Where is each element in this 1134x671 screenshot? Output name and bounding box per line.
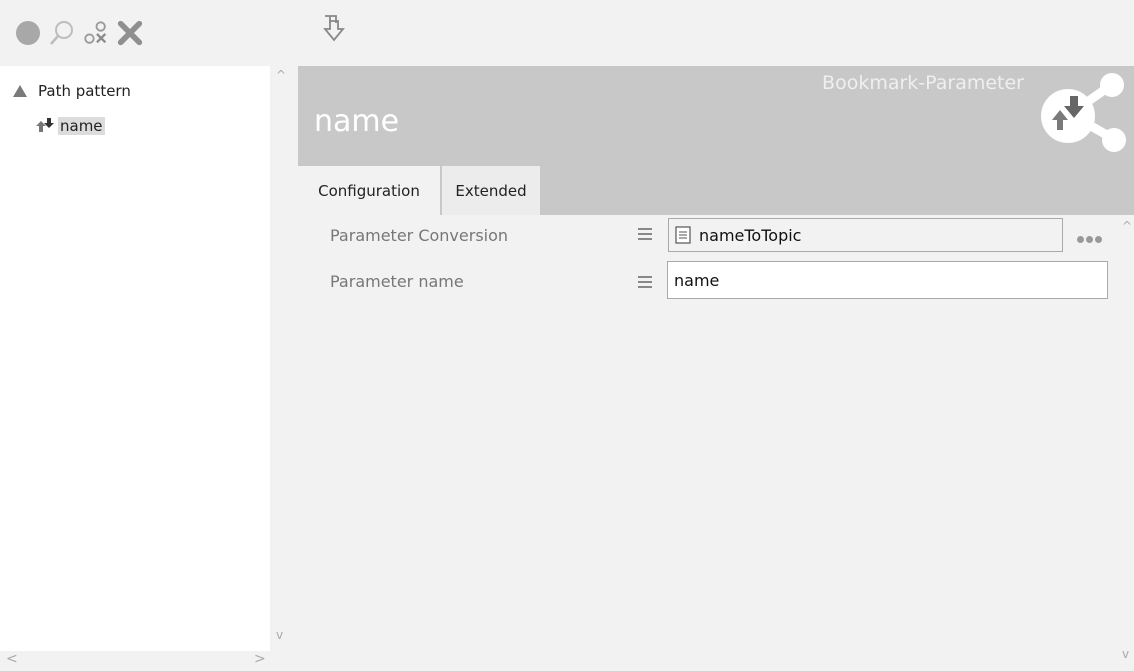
detail-header: name Bookmark-Parameter <box>298 66 1134 166</box>
parameter-name-input[interactable]: name <box>667 261 1108 299</box>
tab-extended[interactable]: Extended <box>442 166 540 215</box>
parameter-conversion-label: Parameter Conversion <box>330 226 509 245</box>
bookmark-parameter-share-icon <box>1032 70 1128 160</box>
ellipsis-icon[interactable] <box>1077 236 1102 243</box>
group-remove-icon[interactable] <box>82 19 110 47</box>
tree-item-name[interactable]: name <box>34 113 105 139</box>
content-scroll-up-arrow-icon[interactable]: ^ <box>1122 219 1132 233</box>
property-menu-icon[interactable] <box>638 228 652 240</box>
scroll-up-arrow-icon[interactable]: ^ <box>276 68 286 82</box>
scroll-left-arrow-icon[interactable]: < <box>6 651 18 667</box>
tree-horizontal-scrollbar[interactable]: < > <box>0 651 270 671</box>
delete-x-icon[interactable] <box>116 19 144 47</box>
import-down-arrow-icon[interactable] <box>314 8 354 48</box>
parameter-conversion-value: nameToTopic <box>699 225 802 245</box>
tree-item-label: name <box>58 117 105 135</box>
triangle-icon <box>12 84 28 98</box>
document-icon <box>675 226 691 244</box>
parameter-name-label: Parameter name <box>330 272 464 291</box>
tree-panel: Path pattern name <box>0 66 270 651</box>
properties-panel: Parameter Conversion nameToTopic ^ Param… <box>298 215 1134 671</box>
search-icon[interactable] <box>48 19 76 47</box>
content-scroll-down-arrow-icon[interactable]: v <box>1122 647 1129 661</box>
tree-item-path-pattern[interactable]: Path pattern <box>12 78 133 104</box>
page-title: name <box>314 104 400 139</box>
tab-configuration[interactable]: Configuration <box>298 166 440 215</box>
property-menu-icon[interactable] <box>638 276 652 288</box>
parameter-conversion-field[interactable]: nameToTopic <box>668 218 1063 252</box>
scroll-right-arrow-icon[interactable]: > <box>254 651 266 667</box>
tree-vertical-scrollbar[interactable]: ^ v <box>270 66 298 651</box>
tab-bar: Configuration Extended <box>298 166 1134 215</box>
scroll-down-arrow-icon[interactable]: v <box>276 628 283 642</box>
object-type-label: Bookmark-Parameter <box>822 72 1024 94</box>
record-circle-icon[interactable] <box>14 19 42 47</box>
main-toolbar <box>0 0 270 66</box>
parameter-arrows-icon <box>34 117 54 135</box>
tree-item-label: Path pattern <box>38 82 131 100</box>
